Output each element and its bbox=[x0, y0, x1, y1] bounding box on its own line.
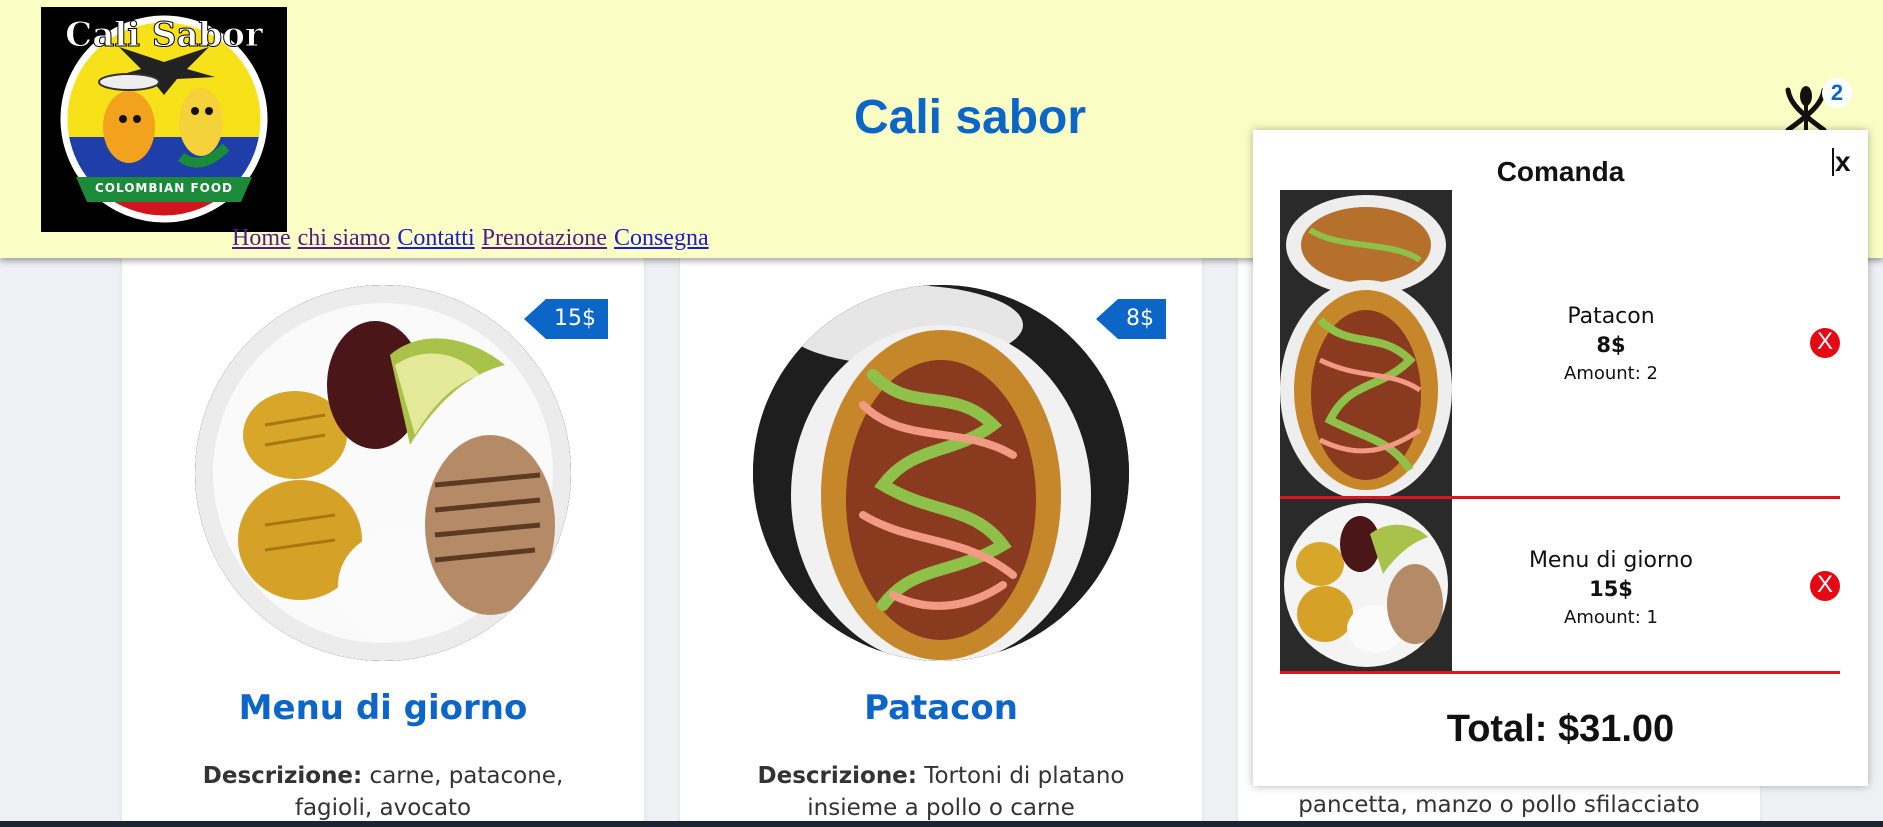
nav-prenotazione[interactable]: Prenotazione bbox=[482, 225, 607, 251]
main-nav: Home chi siamo Contatti Prenotazione Consegn… bbox=[232, 225, 716, 252]
logo-banner-text: COLOMBIAN FOOD bbox=[94, 181, 234, 195]
order-item-name: Patacon bbox=[1567, 304, 1655, 329]
order-item-amount: Amount: 2 bbox=[1564, 363, 1658, 384]
description-text: pancetta, manzo o pollo sfilacciato bbox=[1298, 792, 1700, 818]
order-item-name: Menu di giorno bbox=[1528, 548, 1694, 573]
order-panel: Comanda x Patacon 8$ Amount: 2 X Menu di… bbox=[1253, 130, 1868, 786]
order-item: Patacon 8$ Amount: 2 X bbox=[1280, 190, 1840, 499]
price-tag: 15$ bbox=[524, 299, 608, 339]
bottom-divider bbox=[0, 821, 1883, 827]
nav-contatti[interactable]: Contatti bbox=[397, 225, 474, 251]
cart-count-badge: 2 bbox=[1822, 78, 1852, 108]
nav-chi-siamo[interactable]: chi siamo bbox=[298, 225, 391, 251]
dish-description: Descrizione: Tortoni di platano insieme … bbox=[720, 760, 1162, 824]
menu-card: 8$ Patacon Descrizione: Tortoni di plata… bbox=[680, 258, 1202, 827]
remove-item-button[interactable]: X bbox=[1810, 328, 1840, 358]
order-item-info: Menu di giorno 15$ Amount: 1 bbox=[1452, 548, 1770, 628]
order-total: Total: $31.00 bbox=[1446, 708, 1675, 750]
description-label: Descrizione: bbox=[757, 763, 917, 789]
order-panel-title: Comanda bbox=[1496, 156, 1625, 187]
price-tag: 8$ bbox=[1096, 299, 1166, 339]
order-item-price: 15$ bbox=[1589, 577, 1633, 601]
dish-name: Patacon bbox=[864, 688, 1018, 728]
dish-name: Menu di giorno bbox=[238, 688, 528, 728]
dish-description: Descrizione: carne, patacone, fagioli, a… bbox=[162, 760, 604, 824]
dish-photo bbox=[195, 285, 571, 661]
dish-photo bbox=[753, 285, 1129, 661]
order-item-price: 8$ bbox=[1596, 333, 1626, 357]
logo-arc-text: Cali Sabor bbox=[65, 15, 264, 56]
order-item-info: Patacon 8$ Amount: 2 bbox=[1452, 304, 1770, 384]
description-label: Descrizione: bbox=[202, 763, 363, 789]
order-item: Menu di giorno 15$ Amount: 1 X bbox=[1280, 499, 1840, 674]
menu-card: 15$ Menu di giorno Descrizione: carne, p… bbox=[122, 258, 644, 827]
close-panel-button[interactable]: x bbox=[1832, 148, 1851, 176]
remove-item-button[interactable]: X bbox=[1810, 571, 1840, 601]
nav-home[interactable]: Home bbox=[232, 225, 291, 251]
nav-consegna[interactable]: Consegna bbox=[614, 225, 709, 251]
order-item-thumbnail bbox=[1280, 499, 1452, 671]
order-item-thumbnail bbox=[1280, 190, 1452, 496]
order-item-amount: Amount: 1 bbox=[1564, 607, 1658, 628]
